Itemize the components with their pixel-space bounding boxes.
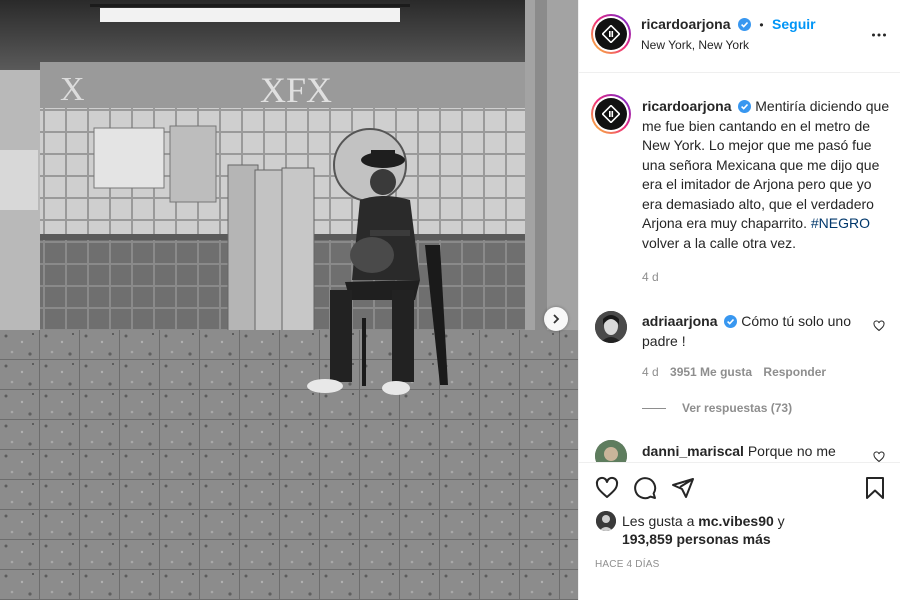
caption-body: Mentiría diciendo que me fue bien cantan… bbox=[642, 98, 890, 231]
verified-badge-icon bbox=[737, 18, 751, 31]
likes-suffix: personas más bbox=[676, 531, 771, 547]
comment-username[interactable]: danni_mariscal bbox=[642, 443, 744, 459]
commenter-avatar[interactable] bbox=[595, 440, 627, 462]
follow-button[interactable]: Seguir bbox=[772, 16, 816, 32]
view-replies-button[interactable]: Ver respuestas (73) bbox=[642, 401, 792, 415]
likes-count-link[interactable]: 193,859 personas más bbox=[622, 531, 771, 547]
reply-button[interactable]: Responder bbox=[763, 365, 826, 379]
comment-body: Porque no me bbox=[747, 443, 836, 459]
caption-text: ricardoarjona Mentiría diciendo que me f… bbox=[642, 97, 892, 253]
liker-photo bbox=[596, 511, 616, 531]
comment-like-icon[interactable] bbox=[873, 451, 885, 462]
separator-dot: • bbox=[759, 18, 764, 32]
caption-username[interactable]: ricardoarjona bbox=[642, 98, 731, 114]
comment-username[interactable]: adriaarjona bbox=[642, 313, 717, 329]
comment-meta: 4 d 3951 Me gusta Responder bbox=[642, 365, 826, 379]
author-logo bbox=[602, 105, 620, 123]
svg-text:XFX: XFX bbox=[260, 70, 332, 110]
post-sidebar: ricardoarjona • Seguir New York, New Yor… bbox=[578, 0, 900, 600]
more-options-icon bbox=[872, 33, 886, 37]
svg-text:X: X bbox=[60, 71, 85, 108]
comment-like-icon[interactable] bbox=[873, 320, 885, 332]
likes-prefix: Les gusta a bbox=[622, 513, 695, 529]
verified-badge-icon bbox=[738, 100, 752, 113]
caption-avatar[interactable] bbox=[591, 94, 631, 134]
bookmark-icon[interactable] bbox=[863, 476, 887, 500]
share-icon[interactable] bbox=[671, 476, 695, 500]
next-photo-button[interactable] bbox=[544, 307, 568, 331]
author-logo bbox=[602, 25, 620, 43]
commenter-photo bbox=[595, 311, 627, 343]
post-header: ricardoarjona • Seguir New York, New Yor… bbox=[579, 0, 900, 73]
more-options-button[interactable] bbox=[871, 27, 887, 48]
comment-text: adriaarjona Cómo tú solo uno padre ! bbox=[642, 312, 864, 351]
author-avatar[interactable] bbox=[591, 14, 631, 54]
view-replies-label: Ver respuestas (73) bbox=[682, 401, 793, 415]
liker-avatar[interactable] bbox=[596, 511, 616, 531]
comment-text: danni_mariscal Porque no me bbox=[642, 442, 864, 462]
caption-end: volver a la calle otra vez. bbox=[642, 234, 797, 251]
post-photo[interactable]: X XFX bbox=[0, 0, 578, 600]
caption-age[interactable]: 4 d bbox=[642, 270, 659, 284]
comment-icon[interactable] bbox=[633, 476, 657, 500]
comments-list[interactable]: ricardoarjona Mentiría diciendo que me f… bbox=[579, 74, 900, 462]
commenter-avatar[interactable] bbox=[595, 311, 627, 343]
comment-likes-count[interactable]: 3951 Me gusta bbox=[670, 365, 752, 379]
commenter-photo bbox=[595, 440, 627, 462]
liker-username[interactable]: mc.vibes90 bbox=[698, 513, 774, 529]
author-username[interactable]: ricardoarjona bbox=[641, 16, 730, 32]
verified-badge-icon bbox=[724, 315, 738, 328]
likes-count: 193,859 bbox=[622, 531, 673, 547]
post-timestamp[interactable]: Hace 4 días bbox=[595, 559, 659, 570]
subway-photo-illustration: X XFX bbox=[0, 0, 578, 600]
chevron-right-icon bbox=[553, 314, 560, 324]
heart-icon[interactable] bbox=[595, 476, 619, 500]
comment-age[interactable]: 4 d bbox=[642, 365, 659, 379]
replies-divider-line bbox=[642, 407, 666, 409]
likes-conj: y bbox=[777, 513, 785, 529]
hashtag-link[interactable]: #NEGRO bbox=[811, 215, 870, 231]
post-location[interactable]: New York, New York bbox=[641, 38, 749, 52]
